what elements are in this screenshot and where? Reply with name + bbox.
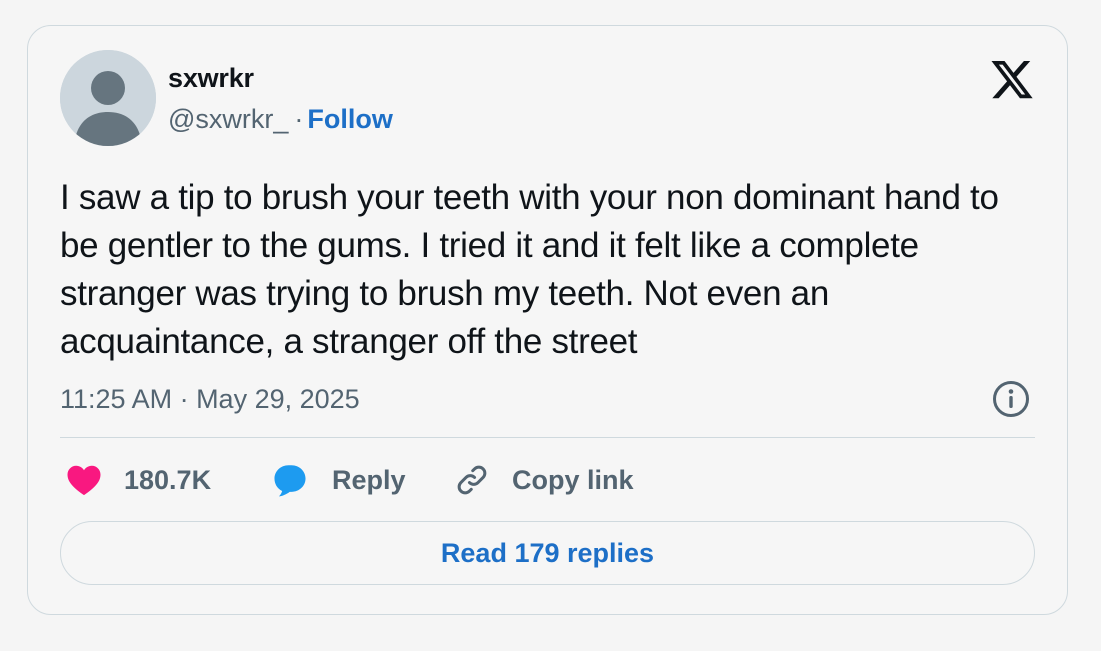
reply-bubble-icon — [274, 465, 306, 497]
reply-label: Reply — [332, 464, 406, 495]
default-avatar-icon — [60, 50, 156, 146]
heart-icon — [67, 465, 101, 496]
x-logo-icon[interactable] — [989, 61, 1035, 103]
link-icon — [457, 465, 487, 495]
like-count: 180.7K — [124, 464, 212, 495]
follow-button[interactable]: Follow — [307, 104, 392, 134]
author-handle[interactable]: @sxwrkr_ — [168, 104, 288, 134]
like-button[interactable]: 180.7K — [66, 458, 211, 502]
separator-dot: · — [294, 104, 304, 134]
reply-button[interactable]: Reply — [272, 458, 406, 502]
copy-link-label: Copy link — [512, 464, 634, 495]
tweet-timestamp[interactable]: 11:25 AM · May 29, 2025 — [60, 384, 360, 415]
info-icon[interactable] — [992, 380, 1030, 418]
divider — [60, 437, 1035, 438]
copy-link-button[interactable]: Copy link — [454, 458, 634, 502]
author-handle-row: @sxwrkr_ · Follow — [168, 104, 393, 135]
avatar[interactable] — [60, 50, 156, 146]
tweet-text: I saw a tip to brush your teeth with you… — [60, 178, 999, 361]
read-replies-button[interactable]: Read 179 replies — [60, 521, 1035, 585]
author-display-name[interactable]: sxwrkr — [168, 63, 254, 94]
tweet-card: sxwrkr @sxwrkr_ · Follow I saw a tip to br… — [27, 25, 1068, 615]
